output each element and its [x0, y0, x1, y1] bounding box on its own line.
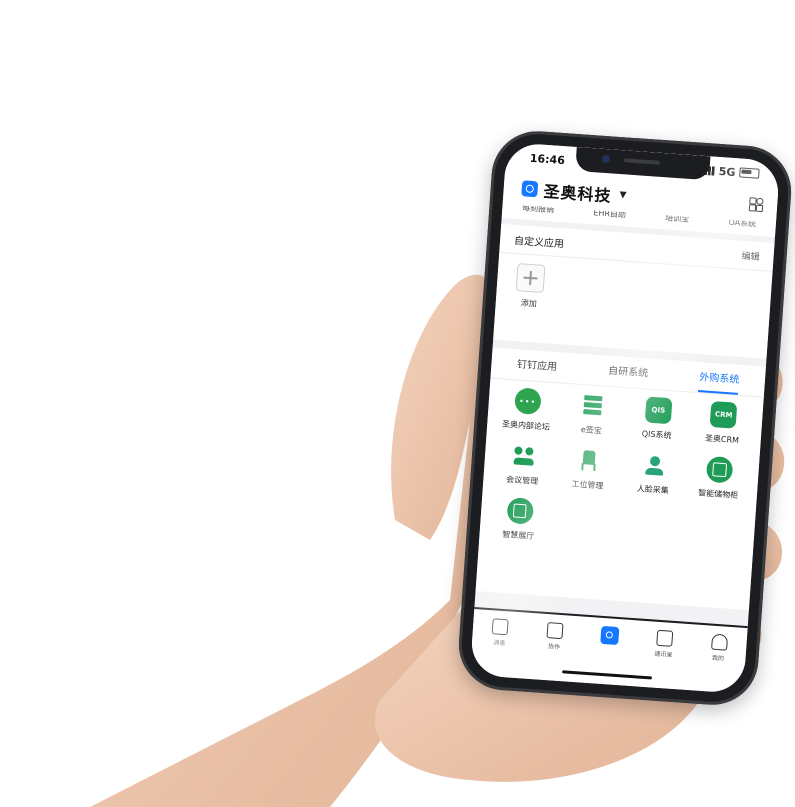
app-workstation[interactable]: 工位管理 [554, 445, 622, 492]
custom-apps-card: 自定义应用 编辑 添加 [493, 223, 775, 359]
app-label: QIS系统 [641, 429, 672, 441]
person-icon [710, 633, 728, 651]
app-label: 工位管理 [571, 479, 604, 491]
contacts-icon [655, 629, 674, 647]
caret-down-icon[interactable]: ▼ [619, 190, 627, 200]
grid-scan-icon[interactable] [748, 197, 764, 213]
app-crm[interactable]: CRM 圣奥CRM [689, 400, 757, 447]
smartphone: 16:46 5G 圣奥科技 ▼ 每刻报销 EHR自助 培训宝 OA系统 自定义应… [455, 128, 795, 708]
app-qis[interactable]: QIS QIS系统 [624, 395, 692, 442]
org-logo-icon [521, 180, 539, 198]
message-icon [491, 618, 510, 636]
qis-icon: QIS [644, 396, 673, 425]
app-label: 圣奥内部论坛 [501, 419, 551, 432]
app-label: e签宝 [580, 424, 603, 436]
app-forum[interactable]: 圣奥内部论坛 [493, 386, 561, 433]
nav-messages[interactable]: 消息 [479, 617, 521, 648]
app-face-capture[interactable]: 人脸采集 [620, 450, 688, 497]
nav-label [589, 646, 629, 649]
nav-label: 协作 [547, 643, 561, 652]
add-app-button[interactable]: 添加 [509, 263, 550, 311]
meeting-icon [510, 442, 538, 470]
tab-purchased-systems[interactable]: 外购系统 [699, 368, 740, 390]
app-esign[interactable]: e签宝 [558, 390, 626, 437]
app-showroom[interactable]: 智慧展厅 [485, 496, 553, 543]
nav-contacts[interactable]: 通讯录 [643, 629, 685, 660]
showroom-icon [506, 497, 534, 525]
app-label: 人脸采集 [636, 484, 670, 496]
home-indicator[interactable] [562, 670, 653, 680]
add-app-label: 添加 [520, 298, 538, 309]
phone-screen: 16:46 5G 圣奥科技 ▼ 每刻报销 EHR自助 培训宝 OA系统 自定义应… [469, 142, 781, 694]
app-label: 智慧展厅 [502, 529, 535, 541]
status-time: 16:46 [529, 151, 566, 167]
list-icon [579, 392, 607, 420]
workspace-logo-icon [600, 625, 620, 646]
app-label: 会议管理 [505, 474, 539, 487]
custom-apps-title: 自定义应用 [513, 235, 565, 250]
collaboration-icon [546, 622, 564, 640]
tab-dingtalk-apps[interactable]: 钉钉应用 [516, 355, 558, 377]
app-smart-locker[interactable]: 智能储物柜 [685, 454, 753, 501]
nav-workspace[interactable] [589, 625, 630, 649]
nav-label: 消息 [493, 639, 506, 648]
earpiece-speaker [623, 158, 661, 165]
locker-icon [705, 455, 734, 484]
app-grid: 圣奥内部论坛 e签宝 QIS QIS系统 CRM 圣奥CRM [485, 386, 757, 557]
nav-label: 我的 [711, 654, 725, 663]
nav-profile[interactable]: 我的 [698, 633, 740, 664]
app-label: 智能储物柜 [697, 488, 739, 501]
nav-collaboration[interactable]: 协作 [534, 621, 576, 652]
chat-icon [513, 387, 542, 416]
apps-card: 钉钉应用 自研系统 外购系统 圣奥内部论坛 e签宝 [475, 347, 766, 611]
app-meeting[interactable]: 会议管理 [489, 441, 557, 488]
tab-inhouse-systems[interactable]: 自研系统 [608, 361, 649, 383]
crm-icon: CRM [709, 401, 738, 429]
plus-icon [515, 263, 546, 294]
battery-icon [739, 167, 760, 179]
network-type: 5G [718, 164, 736, 179]
edit-button[interactable]: 编辑 [741, 248, 760, 262]
front-camera [601, 154, 611, 164]
photo-scene: 16:46 5G 圣奥科技 ▼ 每刻报销 EHR自助 培训宝 OA系统 自定义应… [0, 0, 795, 807]
org-switcher-title[interactable]: 圣奥科技 [543, 178, 613, 207]
app-label: 圣奥CRM [704, 433, 740, 445]
workstation-icon [575, 447, 603, 475]
nav-label: 通讯录 [654, 650, 673, 659]
face-icon [641, 451, 669, 479]
